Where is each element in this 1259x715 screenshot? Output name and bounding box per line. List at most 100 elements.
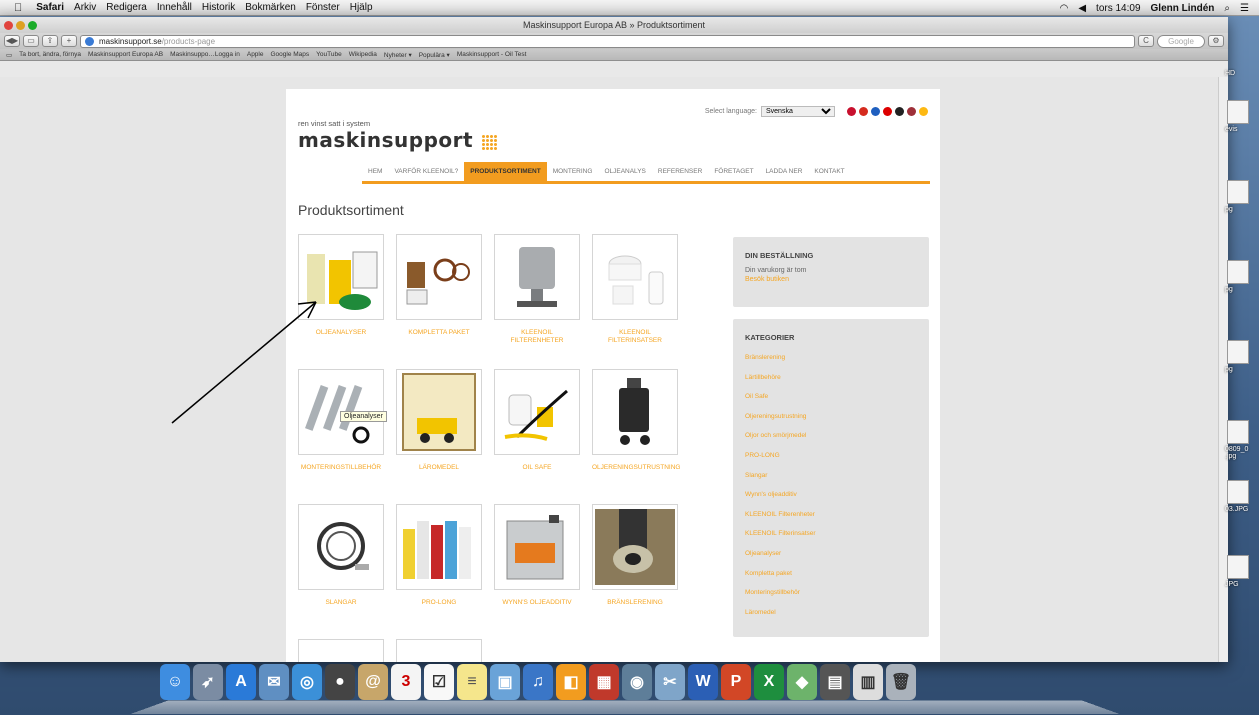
product-kompletta-paket[interactable]: KOMPLETTA PAKET <box>396 234 482 337</box>
product-image[interactable] <box>396 369 482 455</box>
reading-list-icon[interactable]: ▭ <box>6 51 12 59</box>
category-link[interactable]: KLEENOIL Filterinsatser <box>733 524 929 544</box>
mail-icon[interactable]: ✉ <box>259 664 289 700</box>
language-dropdown[interactable]: Svenska <box>761 106 835 117</box>
bookmark-4[interactable]: Google Maps <box>270 51 309 58</box>
product-label[interactable]: BRÄNSLERENING <box>592 599 678 607</box>
product-branslerening[interactable]: BRÄNSLERENING <box>592 504 678 607</box>
desktop-file[interactable]: pg <box>1225 340 1249 373</box>
bookmark-3[interactable]: Apple <box>247 51 264 58</box>
category-link[interactable]: Slangar <box>733 466 929 486</box>
desktop-file[interactable]: 0809_0 .jpg <box>1225 420 1259 460</box>
downloads-stack-icon[interactable]: ▤ <box>820 664 850 700</box>
facetime-icon[interactable]: ● <box>325 664 355 700</box>
spotlight-icon[interactable]: ⌕ <box>1224 3 1230 14</box>
category-link[interactable]: Oljor och smörjmedel <box>733 426 929 446</box>
word-icon[interactable]: W <box>688 664 718 700</box>
product-oljeanalyser[interactable]: OLJEANALYSER <box>298 234 384 337</box>
category-link[interactable]: KLEENOIL Filterenheter <box>733 505 929 525</box>
product-row4-item-2[interactable] <box>396 639 482 662</box>
nav-oljeanalys[interactable]: OLJEANALYS <box>598 162 651 181</box>
product-row4-item-1[interactable] <box>298 639 384 662</box>
product-pro-long[interactable]: PRO-LONG <box>396 504 482 607</box>
category-link[interactable]: Lärtillbehöre <box>733 368 929 388</box>
desktop-file[interactable]: pg <box>1225 260 1249 293</box>
category-link[interactable]: Oil Safe <box>733 387 929 407</box>
product-image[interactable] <box>592 369 678 455</box>
nav-varfor-kleenoil[interactable]: VARFÖR KLEENOIL? <box>388 162 464 181</box>
address-bar[interactable]: maskinsupport.se/products-page <box>80 34 1135 48</box>
menu-user[interactable]: Glenn Lindén <box>1151 3 1215 14</box>
bookmark-5[interactable]: YouTube <box>316 51 342 58</box>
product-label[interactable]: KOMPLETTA PAKET <box>396 329 482 337</box>
notification-icon[interactable]: ☰ <box>1240 3 1249 14</box>
bookmark-9[interactable]: Maskinsupport - Oil Test <box>457 51 527 58</box>
product-label[interactable]: LÄROMEDEL <box>396 464 482 472</box>
product-wynns-oljeadditiv[interactable]: WYNN'S OLJEADDITIV <box>494 504 580 607</box>
menu-app-name[interactable]: Safari <box>36 2 64 13</box>
category-link[interactable]: Oljeanalyser <box>733 544 929 564</box>
bookmark-7[interactable]: Nyheter ▾ <box>384 51 412 59</box>
category-link[interactable]: Oljereningsutrustning <box>733 407 929 427</box>
desktop-icon-hd[interactable]: HD <box>1225 70 1235 77</box>
wifi-icon[interactable]: ◠ <box>1060 3 1069 14</box>
itunes-icon[interactable]: ♫ <box>523 664 553 700</box>
product-label[interactable]: KLEENOIL FILTERINSATSER <box>592 329 678 345</box>
flag-de-icon[interactable] <box>883 107 892 116</box>
product-image[interactable] <box>494 234 580 320</box>
reload-button[interactable]: C <box>1138 35 1154 47</box>
nav-kontakt[interactable]: KONTAKT <box>808 162 850 181</box>
category-link[interactable]: Läromedel <box>733 603 929 623</box>
nav-referenser[interactable]: REFERENSER <box>652 162 708 181</box>
menu-hjalp[interactable]: Hjälp <box>350 2 373 13</box>
category-link[interactable]: Wynn's oljeadditiv <box>733 485 929 505</box>
product-image[interactable] <box>298 639 384 662</box>
product-slangar[interactable]: SLANGAR <box>298 504 384 607</box>
product-label[interactable]: OIL SAFE <box>494 464 580 472</box>
product-label[interactable]: OLJEANALYSER <box>298 329 384 337</box>
calendar-icon[interactable]: 3 <box>391 664 421 700</box>
product-label[interactable]: WYNN'S OLJEADDITIV <box>494 599 580 607</box>
apple-icon[interactable]:  <box>14 2 22 14</box>
product-label[interactable]: PRO-LONG <box>396 599 482 607</box>
notes-icon[interactable]: ≡ <box>457 664 487 700</box>
product-image[interactable] <box>298 234 384 320</box>
product-image[interactable] <box>592 504 678 590</box>
finder-icon[interactable]: ☺ <box>160 664 190 700</box>
contacts-icon[interactable]: @ <box>358 664 388 700</box>
app-store-icon[interactable]: A <box>226 664 256 700</box>
product-kleenoil-filterinsatser[interactable]: KLEENOIL FILTERINSATSER <box>592 234 678 345</box>
product-label[interactable]: KLEENOIL FILTERENHETER <box>494 329 580 345</box>
search-field[interactable]: Google <box>1157 34 1205 48</box>
site-logo[interactable]: ren vinst satt i system maskinsupport <box>298 119 497 152</box>
share-button[interactable]: ⇪ <box>42 35 58 47</box>
volume-icon[interactable]: ◀ <box>1078 3 1086 14</box>
flag-dk-icon[interactable] <box>847 107 856 116</box>
safari-icon[interactable]: ◎ <box>292 664 322 700</box>
photo-booth-icon[interactable]: ▦ <box>589 664 619 700</box>
product-image[interactable] <box>298 504 384 590</box>
category-link[interactable]: Monteringstillbehör <box>733 583 929 603</box>
menu-innehall[interactable]: Innehåll <box>157 2 192 13</box>
menu-bokmarken[interactable]: Bokmärken <box>245 2 296 13</box>
flag-lt-icon[interactable] <box>919 107 928 116</box>
product-laromedel[interactable]: LÄROMEDEL <box>396 369 482 472</box>
desktop-file[interactable]: evis <box>1225 100 1249 133</box>
product-image[interactable] <box>396 234 482 320</box>
back-button[interactable]: ◀▶ <box>4 35 20 47</box>
product-kleenoil-filterenheter[interactable]: KLEENOIL FILTERENHETER <box>494 234 580 345</box>
menu-fonster[interactable]: Fönster <box>306 2 340 13</box>
menu-redigera[interactable]: Redigera <box>106 2 147 13</box>
excel-icon[interactable]: X <box>754 664 784 700</box>
image-capture-icon[interactable]: ◉ <box>622 664 652 700</box>
product-image[interactable] <box>494 504 580 590</box>
bookmark-0[interactable]: Ta bort, ändra, förnya <box>19 51 81 58</box>
flag-fi-icon[interactable] <box>871 107 880 116</box>
reminders-icon[interactable]: ☑ <box>424 664 454 700</box>
settings-icon[interactable]: ⚙ <box>1208 35 1224 47</box>
bookmark-2[interactable]: Maskinsuppo…Logga in <box>170 51 240 58</box>
menu-historik[interactable]: Historik <box>202 2 235 13</box>
menu-clock[interactable]: tors 14:09 <box>1096 3 1140 14</box>
ibooks-icon[interactable]: ◧ <box>556 664 586 700</box>
nav-hem[interactable]: HEM <box>362 162 388 181</box>
